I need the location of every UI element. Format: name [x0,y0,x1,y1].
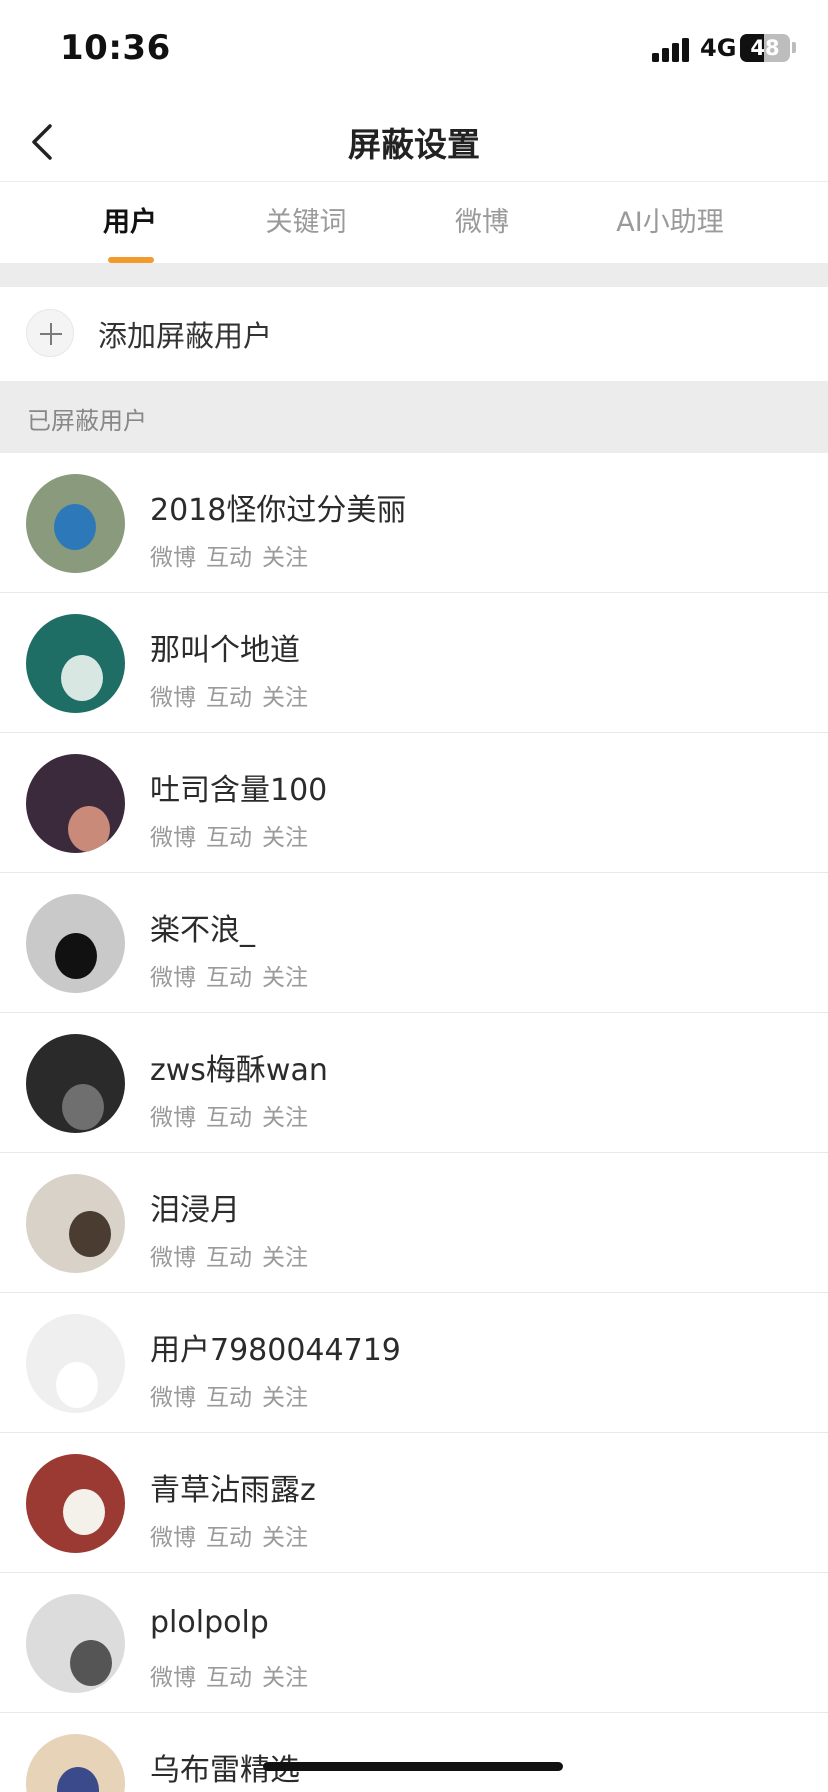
avatar-image [69,1211,111,1257]
user-name[interactable]: 吐司含量100 [150,765,327,809]
list-item[interactable]: 吐司含量100 微博 互动 关注 [0,733,828,873]
avatar-image [61,655,103,701]
status-bar: 10:36 4G 48 [0,0,828,100]
list-item[interactable]: 楽不浪_ 微博 互动 关注 [0,873,828,1013]
user-name[interactable]: 泪浸月 [150,1185,240,1229]
user-action-link[interactable]: 微博 [150,685,196,711]
user-action-link[interactable]: 互动 [206,1105,252,1131]
add-blocked-user-label: 添加屏蔽用户 [98,319,273,353]
avatar[interactable] [26,1454,125,1553]
tab-bar: 用户 关键词 微博 AI小助理 [0,183,828,263]
avatar[interactable] [26,1174,125,1273]
user-action-links: 微博 互动 关注 [150,538,318,572]
list-item[interactable]: 用户7980044719 微博 互动 关注 [0,1293,828,1433]
list-item[interactable]: 那叫个地道微博 互动 关注 [0,593,828,733]
user-action-link[interactable]: 微博 [150,1245,196,1271]
user-name[interactable]: zws梅酥wan [150,1045,328,1089]
user-action-link[interactable]: 微博 [150,965,196,991]
tab-ai-assistant[interactable]: AI小助理 [590,183,750,263]
user-action-link[interactable]: 互动 [206,685,252,711]
user-action-link[interactable]: 微博 [150,825,196,851]
user-action-links: 微博 互动 关注 [150,1238,318,1272]
list-item[interactable]: 泪浸月微博 互动 关注 [0,1153,828,1293]
user-action-link[interactable]: 互动 [206,1665,252,1691]
avatar-image [63,1489,105,1535]
nav-bar: 屏蔽设置 [0,100,828,182]
network-type: 4G [700,34,737,62]
list-item[interactable]: zws梅酥wan 微博 互动 关注 [0,1013,828,1153]
status-time: 10:36 [60,28,171,68]
user-action-link[interactable]: 关注 [262,1665,308,1691]
avatar[interactable] [26,894,125,993]
user-action-link[interactable]: 关注 [262,825,308,851]
tab-weibo[interactable]: 微博 [422,183,542,263]
user-action-links: 微博 互动 关注 [150,1378,318,1412]
user-action-link[interactable]: 微博 [150,1665,196,1691]
avatar[interactable] [26,1314,125,1413]
user-action-link[interactable]: 互动 [206,545,252,571]
user-action-links: 微博 互动 关注 [150,818,318,852]
avatar-image [68,806,110,852]
user-action-link[interactable]: 互动 [206,1525,252,1551]
user-name[interactable]: 楽不浪_ [150,905,255,949]
battery-level: 48 [750,36,780,60]
avatar-image [55,933,97,979]
section-title: 已屏蔽用户 [27,407,147,435]
user-name[interactable]: 那叫个地道 [150,625,300,669]
user-action-link[interactable]: 关注 [262,1105,308,1131]
user-action-link[interactable]: 关注 [262,545,308,571]
user-action-link[interactable]: 互动 [206,825,252,851]
page-title: 屏蔽设置 [348,125,480,164]
add-blocked-user-button[interactable]: 添加屏蔽用户 [0,287,828,380]
avatar-image [70,1640,112,1686]
section-header: 已屏蔽用户 [0,381,828,453]
user-action-links: 微博 互动 关注 [150,678,318,712]
list-item[interactable]: plolpolp 微博 互动 关注 [0,1573,828,1713]
user-action-links: 微博 互动 关注 [150,1518,318,1552]
user-action-links: 微博 互动 关注 [150,1098,318,1132]
plus-icon [26,309,74,357]
user-action-link[interactable]: 微博 [150,545,196,571]
user-name[interactable]: 2018怪你过分美丽 [150,485,406,529]
signal-strength-icon [652,38,694,62]
avatar-image [54,504,96,550]
avatar[interactable] [26,1734,125,1792]
user-name[interactable]: 青草沾雨露z [150,1465,316,1509]
user-action-links: 微博 互动 关注 [150,958,318,992]
user-action-link[interactable]: 互动 [206,1245,252,1271]
user-action-link[interactable]: 关注 [262,965,308,991]
battery-icon: 48 [740,34,790,62]
tab-keywords[interactable]: 关键词 [246,183,366,263]
avatar-image [62,1084,104,1130]
user-action-link[interactable]: 微博 [150,1385,196,1411]
list-item[interactable]: 青草沾雨露z 微博 互动 关注 [0,1433,828,1573]
list-item[interactable]: 2018怪你过分美丽微博 互动 关注 [0,453,828,593]
avatar[interactable] [26,614,125,713]
user-name[interactable]: plolpolp [150,1605,269,1640]
user-action-link[interactable]: 微博 [150,1105,196,1131]
user-action-link[interactable]: 关注 [262,1385,308,1411]
user-action-link[interactable]: 关注 [262,1245,308,1271]
tab-users[interactable]: 用户 [70,183,190,263]
avatar-image [56,1362,98,1408]
list-item[interactable]: 乌布雷精选 [0,1713,828,1792]
avatar[interactable] [26,474,125,573]
user-action-links: 微博 互动 关注 [150,1658,318,1692]
user-action-link[interactable]: 关注 [262,685,308,711]
avatar-image [57,1767,99,1792]
user-action-link[interactable]: 关注 [262,1525,308,1551]
divider [0,263,828,287]
screen: 10:36 4G 48 屏蔽设置 用户 关键词 微博 AI小助理 添加屏蔽用户 [0,0,828,1792]
avatar[interactable] [26,1594,125,1693]
blocked-user-list: 2018怪你过分美丽 微博 互动 关注 那叫个地道 微博 互动 关注 吐司含量100 微博 互动 关注… [0,453,828,1792]
user-name[interactable]: 用户7980044719 [150,1325,401,1369]
avatar[interactable] [26,1034,125,1133]
battery-cap [792,42,796,53]
avatar[interactable] [26,754,125,853]
home-indicator [263,1762,563,1771]
user-action-link[interactable]: 微博 [150,1525,196,1551]
user-action-link[interactable]: 互动 [206,1385,252,1411]
user-action-link[interactable]: 互动 [206,965,252,991]
